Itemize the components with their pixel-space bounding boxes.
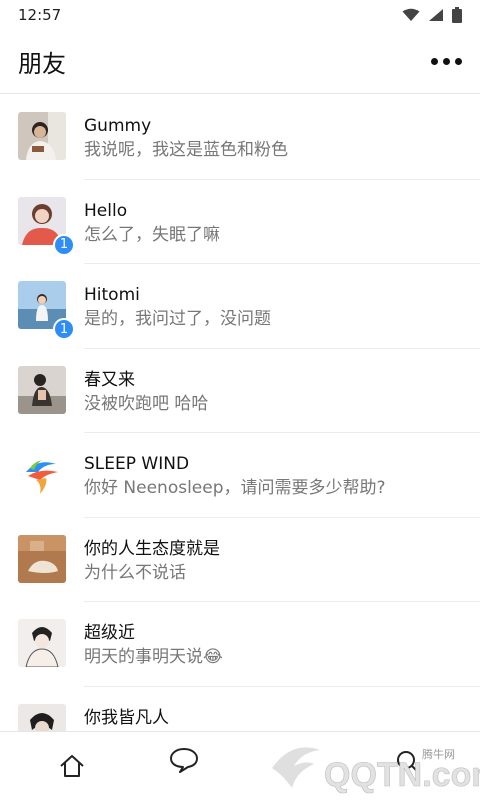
friend-row-fanren[interactable]: 你我皆凡人 (0, 687, 480, 731)
page-title: 朋友 (18, 50, 66, 78)
row-text: Hello 怎么了，失眠了嘛 (84, 200, 468, 248)
watermark-sub-text: 腾牛网 (422, 747, 455, 761)
friend-row-sleep-wind[interactable]: SLEEP WIND 你好 Neenosleep，请问需要多少帮助? (0, 433, 480, 518)
friend-row-hitomi[interactable]: 1 Hitomi 是的，我问过了，没问题 (0, 264, 480, 349)
last-message: 怎么了，失眠了嘛 (84, 224, 220, 245)
last-message: 你好 Neenosleep，请问需要多少帮助? (84, 478, 386, 498)
friend-name: 春又来 (84, 369, 135, 390)
row-text: Gummy 我说呢，我这是蓝色和粉色 (84, 115, 468, 163)
friend-list: Gummy 我说呢，我这是蓝色和粉色 1 Hello 怎么了，失眠了嘛 1 Hi… (0, 95, 480, 731)
friend-name: Gummy (84, 116, 152, 136)
friend-row-chunyoulai[interactable]: 春又来 没被吹跑吧 哈哈 (0, 349, 480, 433)
status-icons (402, 7, 462, 23)
status-bar: 12:57 (0, 0, 480, 30)
row-text: 你的人生态度就是 为什么不说话 (84, 538, 468, 586)
friend-name: SLEEP WIND (84, 454, 190, 474)
wifi-icon (402, 8, 420, 21)
unread-badge: 1 (53, 318, 75, 340)
friend-name: 你的人生态度就是 (84, 538, 220, 559)
friend-row-gummy[interactable]: Gummy 我说呢，我这是蓝色和粉色 (0, 95, 480, 180)
unread-badge: 1 (53, 233, 75, 256)
avatar (18, 112, 66, 160)
friend-row-hello[interactable]: 1 Hello 怎么了，失眠了嘛 (0, 180, 480, 264)
last-message: 是的，我问过了，没问题 (84, 309, 271, 329)
row-text: 你我皆凡人 (84, 707, 468, 729)
friend-row-rensheng[interactable]: 你的人生态度就是 为什么不说话 (0, 518, 480, 602)
header: 朋友 (0, 30, 480, 94)
row-text: Hitomi 是的，我问过了，没问题 (84, 284, 468, 332)
avatar (18, 450, 66, 498)
watermark-text: QQTN.com (324, 756, 480, 794)
avatar (18, 619, 66, 667)
last-message: 为什么不说话 (84, 562, 186, 583)
row-text: 超级近 明天的事明天说😂 (84, 622, 468, 670)
status-time: 12:57 (18, 6, 62, 24)
avatar (18, 534, 66, 583)
friend-name: Hello (84, 200, 128, 221)
friend-row-chaojijin[interactable]: 超级近 明天的事明天说😂 (0, 602, 480, 687)
last-message: 明天的事明天说😂 (84, 647, 223, 667)
battery-icon (452, 7, 462, 23)
friend-name: Hitomi (84, 285, 140, 305)
watermark: QQTN.com 腾牛网 (262, 738, 480, 800)
row-text: SLEEP WIND 你好 Neenosleep，请问需要多少帮助? (84, 453, 468, 501)
avatar (18, 703, 66, 731)
row-text: 春又来 没被吹跑吧 哈哈 (84, 369, 468, 417)
friend-name: 超级近 (84, 623, 135, 643)
friend-name: 你我皆凡人 (84, 707, 169, 728)
signal-icon (429, 9, 443, 21)
last-message: 没被吹跑吧 哈哈 (84, 393, 209, 414)
avatar (18, 365, 66, 414)
chat-icon[interactable] (164, 740, 204, 780)
more-dots-icon[interactable] (431, 47, 462, 77)
home-icon[interactable] (52, 746, 92, 786)
last-message: 我说呢，我这是蓝色和粉色 (84, 140, 288, 160)
